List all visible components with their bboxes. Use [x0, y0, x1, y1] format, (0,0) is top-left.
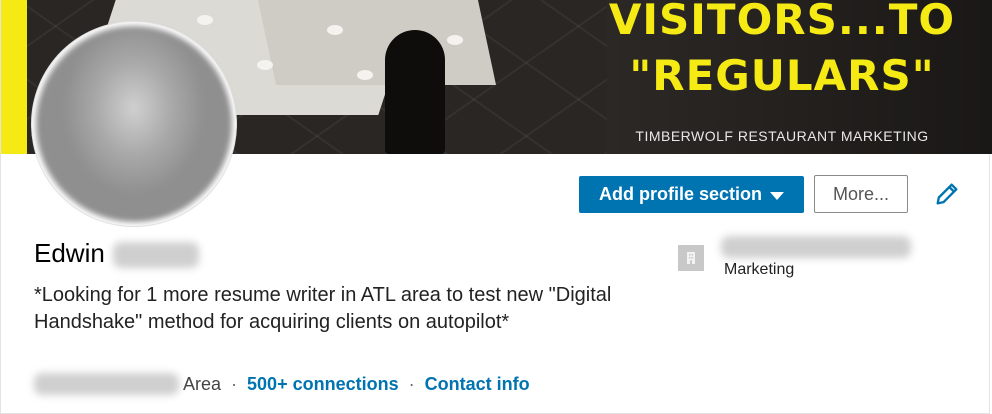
- profile-meta: Area · 500+ connections · Contact info: [34, 373, 530, 395]
- banner-brand: TIMBERWOLF RESTAURANT MARKETING: [635, 128, 929, 144]
- profile-headline: *Looking for 1 more resume writer in ATL…: [34, 284, 612, 333]
- profile-card: VISITORS...TO "REGULARS" TIMBERWOLF REST…: [0, 0, 992, 414]
- building-icon[interactable]: [678, 245, 704, 271]
- caret-down-icon: [770, 191, 784, 200]
- last-name-redacted: [112, 242, 199, 269]
- avatar-image: [36, 26, 232, 222]
- building-glyph: [687, 252, 695, 264]
- location-suffix: Area: [183, 373, 222, 394]
- more-button-label: More...: [832, 183, 889, 204]
- banner-headline-line1: VISITORS...TO: [608, 0, 956, 44]
- separator-dot: ·: [408, 373, 415, 394]
- profile-name: Edwin: [34, 238, 199, 269]
- banner-headline: VISITORS...TO "REGULARS": [607, 0, 957, 104]
- pencil-icon[interactable]: [933, 180, 961, 208]
- company-name-redacted[interactable]: [721, 236, 911, 258]
- first-name: Edwin: [34, 238, 105, 268]
- separator-dot: ·: [231, 373, 238, 394]
- company-role: Marketing: [724, 261, 795, 278]
- banner-headline-line2: "REGULARS": [629, 51, 935, 100]
- location-redacted: [34, 373, 179, 395]
- contact-info-link[interactable]: Contact info: [425, 374, 530, 395]
- add-profile-section-button[interactable]: Add profile section: [579, 176, 804, 213]
- add-profile-section-label: Add profile section: [598, 184, 762, 204]
- more-button[interactable]: More...: [814, 175, 908, 213]
- avatar[interactable]: [32, 22, 236, 226]
- banner-yellow-edge: [1, 0, 27, 154]
- connections-link[interactable]: 500+ connections: [247, 374, 399, 395]
